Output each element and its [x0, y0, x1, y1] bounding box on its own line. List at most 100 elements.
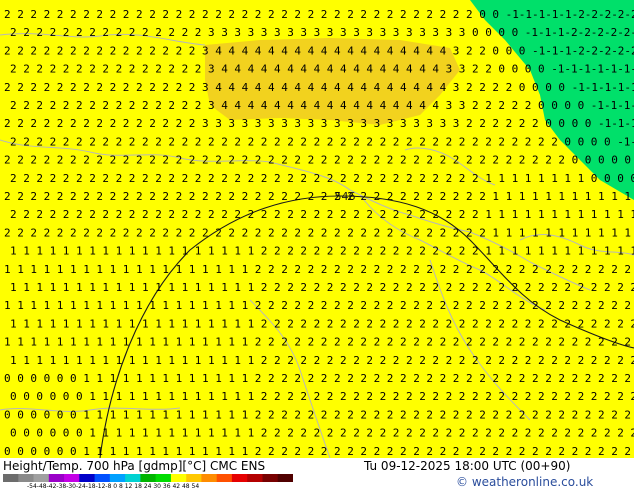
- grid-value: 2: [512, 317, 519, 330]
- grid-value: 2: [182, 26, 189, 39]
- grid-value: 2: [432, 390, 439, 403]
- grid-value: 1: [4, 336, 11, 349]
- grid-value: 1: [248, 390, 255, 403]
- grid-value: 1: [202, 263, 209, 276]
- grid-value: 1: [604, 245, 611, 258]
- grid-value: 2: [413, 299, 420, 312]
- grid-value: 2: [142, 26, 149, 39]
- grid-value: 2: [327, 281, 334, 294]
- grid-value: 1: [519, 190, 526, 203]
- grid-value: 3: [202, 117, 209, 130]
- grid-value: 4: [281, 44, 288, 57]
- grid-value: 2: [413, 8, 420, 21]
- grid-value: 1: [96, 445, 103, 458]
- grid-value: 2: [400, 408, 407, 421]
- grid-value: 1: [234, 317, 241, 330]
- grid-value: 2: [446, 208, 453, 221]
- grid-value: 2: [36, 99, 43, 112]
- grid-value: 2: [50, 26, 57, 39]
- grid-value: 2: [63, 135, 70, 148]
- grid-value: -1: [617, 135, 630, 148]
- grid-value: 2: [572, 336, 579, 349]
- grid-value: 2: [393, 390, 400, 403]
- grid-value: 1: [195, 390, 202, 403]
- grid-value: 1: [208, 245, 215, 258]
- grid-value: 1: [50, 317, 57, 330]
- grid-value: 0: [36, 427, 43, 440]
- grid-value: 1: [538, 172, 545, 185]
- grid-value: 0: [30, 372, 37, 385]
- grid-value: 2: [30, 44, 37, 57]
- grid-value: 2: [274, 281, 281, 294]
- grid-value: 2: [360, 8, 367, 21]
- grid-value: 2: [234, 208, 241, 221]
- grid-value: 4: [440, 81, 447, 94]
- colorbar-swatch: [48, 474, 65, 482]
- grid-value: 1: [208, 317, 215, 330]
- grid-value: 2: [393, 317, 400, 330]
- grid-value: 2: [287, 354, 294, 367]
- grid-value: 2: [492, 336, 499, 349]
- grid-value: 2: [617, 354, 624, 367]
- grid-value: 2: [168, 135, 175, 148]
- grid-value: 2: [340, 354, 347, 367]
- grid-value: 2: [17, 154, 24, 167]
- grid-value: 2: [440, 372, 447, 385]
- grid-value: 2: [300, 172, 307, 185]
- grid-value: 2: [274, 245, 281, 258]
- grid-value: 4: [387, 44, 394, 57]
- grid-value: 2: [89, 99, 96, 112]
- grid-value: 2: [413, 408, 420, 421]
- grid-value: 2: [136, 190, 143, 203]
- grid-value: 2: [268, 263, 275, 276]
- grid-value: 2: [466, 336, 473, 349]
- grid-value: 2: [274, 135, 281, 148]
- grid-value: 2: [479, 445, 486, 458]
- grid-value: 1: [564, 245, 571, 258]
- grid-value: 3: [208, 63, 215, 76]
- grid-value: -1: [598, 81, 611, 94]
- grid-value: 1: [96, 263, 103, 276]
- grid-value: 2: [604, 281, 611, 294]
- grid-value: 2: [327, 245, 334, 258]
- grid-value: 2: [96, 190, 103, 203]
- grid-value: -1: [630, 63, 634, 76]
- grid-value: 0: [10, 390, 17, 403]
- grid-value: 2: [189, 81, 196, 94]
- grid-value: 1: [142, 354, 149, 367]
- grid-value: 2: [274, 317, 281, 330]
- grid-value: 3: [446, 26, 453, 39]
- grid-value: 2: [195, 208, 202, 221]
- grid-value: -1: [558, 44, 571, 57]
- grid-value: 0: [538, 63, 545, 76]
- grid-value: 2: [96, 226, 103, 239]
- grid-value: 2: [63, 63, 70, 76]
- grid-value: 2: [234, 135, 241, 148]
- grid-value: 1: [598, 190, 605, 203]
- grid-value: 2: [83, 226, 90, 239]
- grid-value: 1: [591, 208, 598, 221]
- grid-value: 1: [202, 408, 209, 421]
- grid-value: 2: [261, 427, 268, 440]
- grid-value: 1: [36, 245, 43, 258]
- grid-value: 3: [360, 117, 367, 130]
- grid-value: 2: [406, 427, 413, 440]
- grid-value: -2: [624, 44, 634, 57]
- grid-value: 1: [512, 172, 519, 185]
- colorbar-swatch: [64, 474, 80, 482]
- grid-value: 2: [459, 317, 466, 330]
- grid-value: 2: [545, 445, 552, 458]
- grid-value: 2: [558, 154, 565, 167]
- grid-value: 1: [110, 299, 117, 312]
- grid-value: 2: [294, 226, 301, 239]
- grid-value: 2: [255, 299, 262, 312]
- grid-value: 2: [327, 317, 334, 330]
- grid-value: 2: [353, 208, 360, 221]
- forecast-datetime: Tu 09-12-2025 18:00 UTC (00+90): [364, 459, 571, 473]
- grid-value: 2: [393, 208, 400, 221]
- grid-value: 2: [419, 135, 426, 148]
- grid-value: 2: [142, 172, 149, 185]
- grid-value: -2: [611, 8, 624, 21]
- grid-value: 1: [182, 390, 189, 403]
- grid-value: 2: [300, 427, 307, 440]
